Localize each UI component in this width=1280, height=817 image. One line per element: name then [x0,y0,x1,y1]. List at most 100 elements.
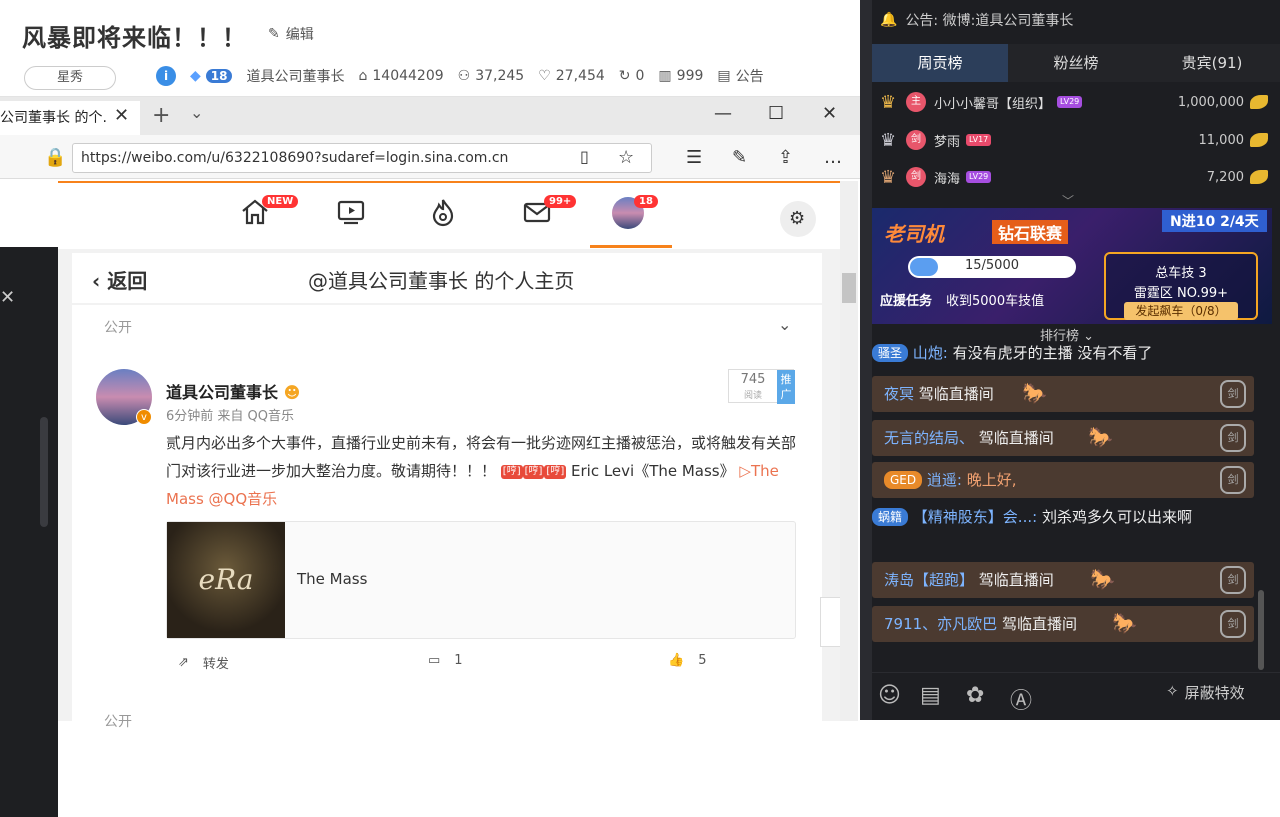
tab-fans[interactable]: 粉丝榜 [1008,44,1144,82]
share-icon[interactable]: ⇪ [778,147,793,168]
category-tag[interactable]: 星秀 [24,66,116,90]
translate-icon[interactable]: Ⓐ [1010,683,1032,715]
hide-effects-button[interactable]: ✧ 屏蔽特效 [1166,682,1245,703]
scroll-thumb[interactable] [842,273,856,303]
edit-button[interactable]: ✎ 编辑 [268,24,314,44]
chat-user[interactable]: 涛岛【超跑】 [884,571,974,589]
horse-icon: 🐎 [1022,381,1047,405]
chat-user[interactable]: 夜冥 [884,385,914,403]
rank-badge: 剑 [906,130,926,150]
chevron-down-icon[interactable]: ⌄ [778,315,791,334]
crown-icon: ♛ [880,130,897,151]
read-count: 745 [740,372,766,387]
info-icon[interactable]: i [156,66,176,86]
progress-bar: 15/5000 [908,256,1076,278]
chat-message[interactable]: 骚圣 山炮: 有没有虎牙的主播 没有不看了 [872,342,1254,364]
repost-button[interactable]: ⇗ 转发 [178,653,229,672]
nav-messages[interactable]: 99+ [522,195,577,237]
chevron-down-icon[interactable]: ﹀ [1062,192,1074,209]
like-count: 5 [698,653,707,668]
chat-message[interactable]: 无言的结局、 驾临直播间 🐎 剑 [872,420,1254,456]
promote-button[interactable]: 推广 [777,370,795,404]
event-banner[interactable]: 老司机 钻石联赛 N进10 2/4天 15/5000 应援任务 收到5000车技… [872,208,1272,324]
chat-user[interactable]: 逍遥: [927,471,962,489]
leaf-icon [1250,95,1268,109]
rank-row[interactable]: ♛ 主 小小小馨哥【组织】 LV29 1,000,000 [872,84,1272,120]
pen-icon[interactable]: ✎ [732,147,747,168]
promote-widget[interactable]: 745 阅读 推广 [728,369,795,404]
active-tab-indicator [590,245,672,248]
chat-user[interactable]: 无言的结局、 [884,429,974,447]
album-cover: eRa [167,522,285,638]
like-button[interactable]: 👍 5 [668,653,706,668]
weibo-top-nav: NEW 99+ 18 [58,183,840,249]
url-input[interactable]: https://weibo.com/u/6322108690?sudaref=l… [72,143,652,173]
tab-weekly[interactable]: 周贡榜 [872,44,1008,82]
qq-music-link[interactable]: @QQ音乐 [209,490,278,508]
followers-stat: ⚇ 37,245 [458,68,525,84]
minimize-icon[interactable]: — [714,103,732,124]
dark-overlay-panel: ✕ [0,247,58,817]
scrollbar[interactable] [40,417,48,527]
close-tab-icon[interactable]: ✕ [114,105,129,126]
more-icon[interactable]: … [824,147,842,168]
start-race-button[interactable]: 发起飙车（0/8） [1124,302,1238,320]
chat-user[interactable]: 【精神股东】会...: [913,508,1037,526]
favorites-icon[interactable]: ☰ [686,147,702,168]
rank-score: 11,000 [1198,132,1245,148]
emoji-icon[interactable]: ☺ [878,683,901,708]
chat-message[interactable]: 涛岛【超跑】 驾临直播间 🐎 剑 [872,562,1254,598]
reader-icon[interactable]: ▯ [580,147,589,166]
page-scrollbar[interactable] [840,181,858,721]
read-label: 阅读 [743,391,762,401]
vip-icon: ☻ [283,383,301,402]
maximize-icon[interactable]: ☐ [768,103,784,124]
settings-button[interactable]: ⚙ [780,201,816,237]
post-actions: ⇗ 转发 ▭ 1 👍 5 [72,649,822,679]
new-tab-icon[interactable]: + [152,103,170,128]
edit-label: 编辑 [285,27,314,43]
post-meta: 6分钟前 来自 QQ音乐 [166,409,295,424]
nav-video[interactable] [336,197,376,237]
author-name[interactable]: 道具公司董事长 ☻ [166,379,300,403]
nav-hot[interactable] [428,197,468,237]
star-icon[interactable]: ☆ [618,147,634,168]
barrage-icon[interactable]: ▤ [920,683,941,708]
chat-scrollbar[interactable] [1258,590,1264,670]
level-badge: LV29 [1057,96,1083,108]
chat-message[interactable]: GED 逍遥: 晚上好, 剑 [872,462,1254,498]
rank-tabs: 周贡榜 粉丝榜 贵宾(91) [872,44,1280,82]
nav-profile[interactable]: 18 [612,195,658,237]
palette-icon[interactable]: ✿ [966,683,984,708]
music-card[interactable]: eRa The Mass [166,521,796,639]
profile-badge: 18 [634,195,658,208]
nav-home[interactable]: NEW [240,195,299,237]
chat-message[interactable]: 7911、亦凡欧巴 驾临直播间 🐎 剑 [872,606,1254,642]
announcement: 🔔 公告: 微博:道具公司董事长 [880,10,1073,30]
notice-button[interactable]: ▤ 公告 [717,66,763,86]
back-button[interactable]: ‹ 返回 [92,265,147,294]
progress-text: 15/5000 [964,258,1019,273]
chevron-down-icon[interactable]: ⌄ [190,103,203,122]
room-id: ⌂ 14044209 [358,68,443,84]
shares-stat: ↻ 0 [619,68,645,84]
close-window-icon[interactable]: ✕ [822,103,837,124]
author-name-text: 道具公司董事长 [166,383,279,402]
hide-effects-label: 屏蔽特效 [1184,684,1245,702]
streamer-name[interactable]: 道具公司董事长 [246,66,344,86]
chat-user[interactable]: 山炮: [913,344,948,362]
rank-row[interactable]: ♛ 剑 梦雨 LV17 11,000 [872,122,1272,158]
close-icon[interactable]: ✕ [0,287,15,308]
tab-vip[interactable]: 贵宾(91) [1144,44,1280,82]
chat-message[interactable]: 蜗籍 【精神股东】会...: 刘杀鸡多久可以出来啊 [872,506,1254,528]
rank-row[interactable]: ♛ 剑 海海 LV29 7,200 [872,159,1272,195]
rank-name: 梦雨 [934,134,961,150]
chat-user[interactable]: 7911、亦凡欧巴 [884,615,997,633]
shares-value: 0 [635,68,645,84]
level-badge: LV29 [966,171,992,183]
viewers-value: 999 [676,68,704,84]
side-tool[interactable] [820,597,840,647]
page-title: @道具公司董事长 的个人主页 [308,269,575,293]
chat-message[interactable]: 夜冥 驾临直播间 🐎 剑 [872,376,1254,412]
comment-button[interactable]: ▭ 1 [428,653,463,668]
